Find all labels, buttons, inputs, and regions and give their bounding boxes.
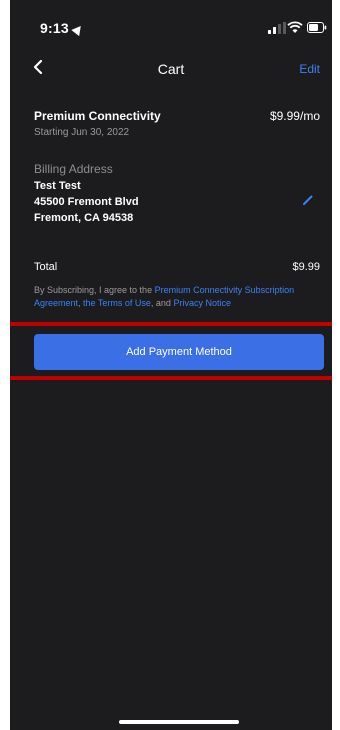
terms-text: By Subscribing, I agree to the Premium C… [34, 285, 295, 308]
total-label: Total [34, 261, 58, 273]
total-row: Total $9.99 [34, 261, 320, 273]
status-bar: 9:13 [10, 0, 332, 50]
billing-city: Fremont, CA 94538 [34, 212, 134, 224]
product-price: $9.99/mo [269, 109, 320, 123]
home-indicator[interactable] [119, 720, 239, 724]
billing-street: 45500 Fremont Blvd [34, 196, 139, 208]
privacy-notice-link[interactable]: Privacy Notice [173, 298, 231, 308]
edit-pencil-icon[interactable] [302, 194, 314, 206]
phone-screen: 9:13 Cart Edit Premium Connectivity Star… [10, 0, 332, 730]
terms-of-use-link[interactable]: the Terms of Use [83, 298, 151, 308]
status-time: 9:13 [40, 20, 85, 37]
product-row: Premium Connectivity Starting Jun 30, 20… [34, 109, 320, 138]
billing-address-section: Billing Address Test Test 45500 Fremont … [34, 162, 320, 224]
battery-icon [307, 22, 327, 33]
cellular-signal-icon [268, 22, 286, 34]
nav-bar: Cart Edit [10, 55, 332, 85]
edit-button[interactable]: Edit [299, 62, 320, 76]
product-start-date: Starting Jun 30, 2022 [34, 127, 130, 138]
add-payment-method-label: Add Payment Method [126, 346, 232, 358]
billing-name: Test Test [34, 180, 81, 192]
page-title: Cart [157, 61, 185, 77]
total-price: $9.99 [292, 261, 320, 273]
location-arrow-icon [71, 22, 85, 37]
billing-address-label: Billing Address [34, 162, 113, 176]
add-payment-method-button[interactable]: Add Payment Method [34, 334, 324, 370]
wifi-icon [287, 21, 303, 33]
